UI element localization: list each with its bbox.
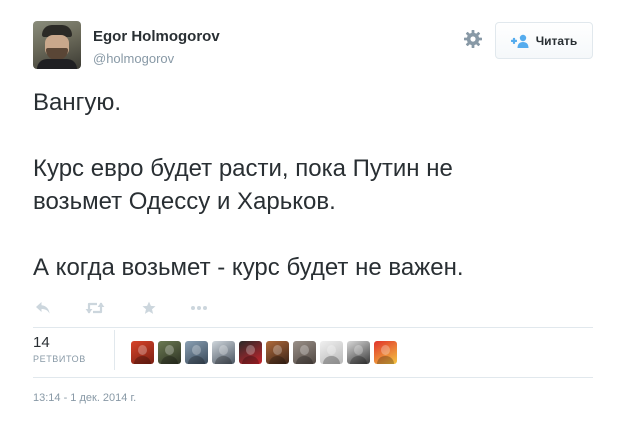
avatar-silhouette: [138, 345, 147, 355]
reply-button[interactable]: [35, 298, 51, 318]
avatar-silhouette: [300, 345, 309, 355]
avatar-silhouette: [350, 356, 367, 364]
add-person-icon: [510, 34, 529, 48]
avatar-coat: [37, 59, 77, 69]
avatar-silhouette: [296, 356, 313, 364]
avatar-silhouette: [269, 356, 286, 364]
avatar-silhouette: [219, 345, 228, 355]
avatar-silhouette: [377, 356, 394, 364]
retweeter-avatar-8[interactable]: [320, 341, 343, 364]
retweeter-avatar-1[interactable]: [131, 341, 154, 364]
author-avatar[interactable]: [33, 21, 81, 69]
tweet-line-break: [33, 218, 593, 251]
retweet-count-label: РЕТВИТОВ: [33, 354, 86, 364]
retweeter-avatars: [131, 341, 397, 364]
retweeter-avatar-2[interactable]: [158, 341, 181, 364]
retweet-count[interactable]: 14: [33, 334, 50, 351]
gear-icon[interactable]: [463, 29, 483, 49]
avatar-silhouette: [381, 345, 390, 355]
tweet-line: А когда возьмет - курс будет не важен.: [33, 254, 464, 281]
divider: [33, 377, 593, 378]
divider: [33, 327, 593, 328]
retweet-button[interactable]: [85, 298, 105, 318]
avatar-silhouette: [134, 356, 151, 364]
tweet-actions: [35, 298, 235, 318]
avatar-silhouette: [273, 345, 282, 355]
author-name[interactable]: Egor Holmogorov: [93, 28, 220, 45]
more-button[interactable]: [190, 298, 208, 318]
avatar-silhouette: [161, 356, 178, 364]
avatar-silhouette: [165, 345, 174, 355]
reply-icon: [36, 302, 50, 314]
retweeter-avatar-10[interactable]: [374, 341, 397, 364]
stats-separator: [114, 330, 115, 370]
retweet-icon: [85, 302, 105, 314]
retweeter-avatar-9[interactable]: [347, 341, 370, 364]
avatar-silhouette: [246, 345, 255, 355]
favorite-icon: [142, 301, 156, 314]
retweeter-avatar-7[interactable]: [293, 341, 316, 364]
retweeter-avatar-5[interactable]: [239, 341, 262, 364]
more-icon: [191, 306, 207, 310]
avatar-silhouette: [354, 345, 363, 355]
favorite-button[interactable]: [142, 298, 156, 318]
avatar-silhouette: [192, 345, 201, 355]
retweeter-avatar-6[interactable]: [266, 341, 289, 364]
retweeter-avatar-4[interactable]: [212, 341, 235, 364]
avatar-silhouette: [188, 356, 205, 364]
tweet-line: возьмет Одессу и Харьков.: [33, 188, 336, 215]
retweeter-avatar-3[interactable]: [185, 341, 208, 364]
author-handle[interactable]: @holmogorov: [93, 51, 174, 66]
tweet-timestamp[interactable]: 13:14 - 1 дек. 2014 г.: [33, 392, 136, 404]
tweet-line: Курс евро будет расти, пока Путин не: [33, 155, 453, 182]
tweet-line: Вангую.: [33, 89, 122, 116]
follow-button[interactable]: Читать: [495, 22, 593, 59]
avatar-silhouette: [242, 356, 259, 364]
avatar-silhouette: [215, 356, 232, 364]
follow-button-label: Читать: [535, 33, 578, 48]
avatar-silhouette: [323, 356, 340, 364]
tweet-line-break: [33, 119, 593, 152]
tweet-text: Вангую. Курс евро будет расти, пока Пути…: [33, 86, 593, 284]
avatar-silhouette: [327, 345, 336, 355]
